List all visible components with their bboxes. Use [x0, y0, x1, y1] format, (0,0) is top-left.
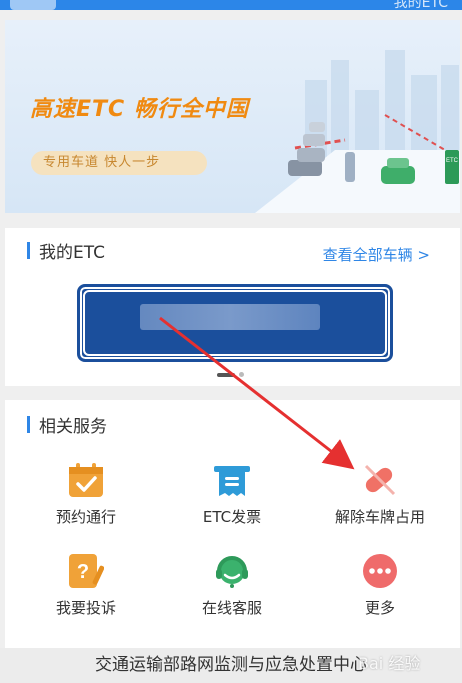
service-label: 解除车牌占用 [334, 508, 425, 526]
license-plate-card[interactable] [77, 284, 393, 362]
watermark: Bai 经验 [358, 654, 421, 673]
service-label: 我要投诉 [55, 599, 116, 617]
view-all-vehicles-link[interactable]: 查看全部车辆 > [323, 244, 430, 265]
status-bar-blur [10, 0, 56, 10]
status-bar-right-text: 我的ETC [393, 0, 448, 11]
headset-icon [214, 553, 250, 589]
svg-text:ETC: ETC [446, 158, 459, 164]
service-more[interactable]: 更多 [305, 553, 455, 618]
service-unbind-plate[interactable]: 解除车牌占用 [305, 462, 455, 527]
unbind-plate-icon [362, 462, 398, 498]
my-etc-card: 我的ETC 查看全部车辆 > [5, 228, 460, 386]
banner-subtitle: 专用车道 快人一步 [31, 151, 207, 175]
service-label: ETC发票 [202, 508, 262, 526]
service-label: 更多 [364, 599, 395, 617]
more-icon [362, 553, 398, 589]
complaint-icon: ? [68, 553, 104, 589]
services-card: 相关服务 预约通行 ETC发票 解除车牌占用 ? 我要投诉 在线客服 更多 [5, 400, 460, 648]
svg-text:?: ? [77, 561, 89, 583]
invoice-icon [214, 462, 250, 498]
calendar-check-icon [68, 462, 104, 498]
service-reservation[interactable]: 预约通行 [11, 462, 161, 527]
service-complaint[interactable]: ? 我要投诉 [11, 553, 161, 618]
my-etc-header: 我的ETC [27, 240, 105, 263]
service-label: 预约通行 [55, 508, 116, 526]
carousel-indicator [217, 372, 244, 377]
section-accent-bar [27, 415, 30, 433]
plate-number-blurred [140, 304, 320, 330]
services-title: 相关服务 [39, 416, 107, 437]
banner-title: 高速ETC 畅行全中国 [30, 97, 249, 122]
section-accent-bar [27, 241, 30, 259]
service-online-support[interactable]: 在线客服 [157, 553, 307, 618]
service-label: 在线客服 [201, 599, 262, 617]
service-etc-invoice[interactable]: ETC发票 [157, 462, 307, 527]
status-bar: 我的ETC [0, 0, 462, 11]
my-etc-title: 我的ETC [39, 242, 105, 263]
services-header: 相关服务 [27, 414, 107, 437]
promo-banner[interactable]: ETC 高速ETC 畅行全中国 专用车道 快人一步 [5, 20, 460, 213]
